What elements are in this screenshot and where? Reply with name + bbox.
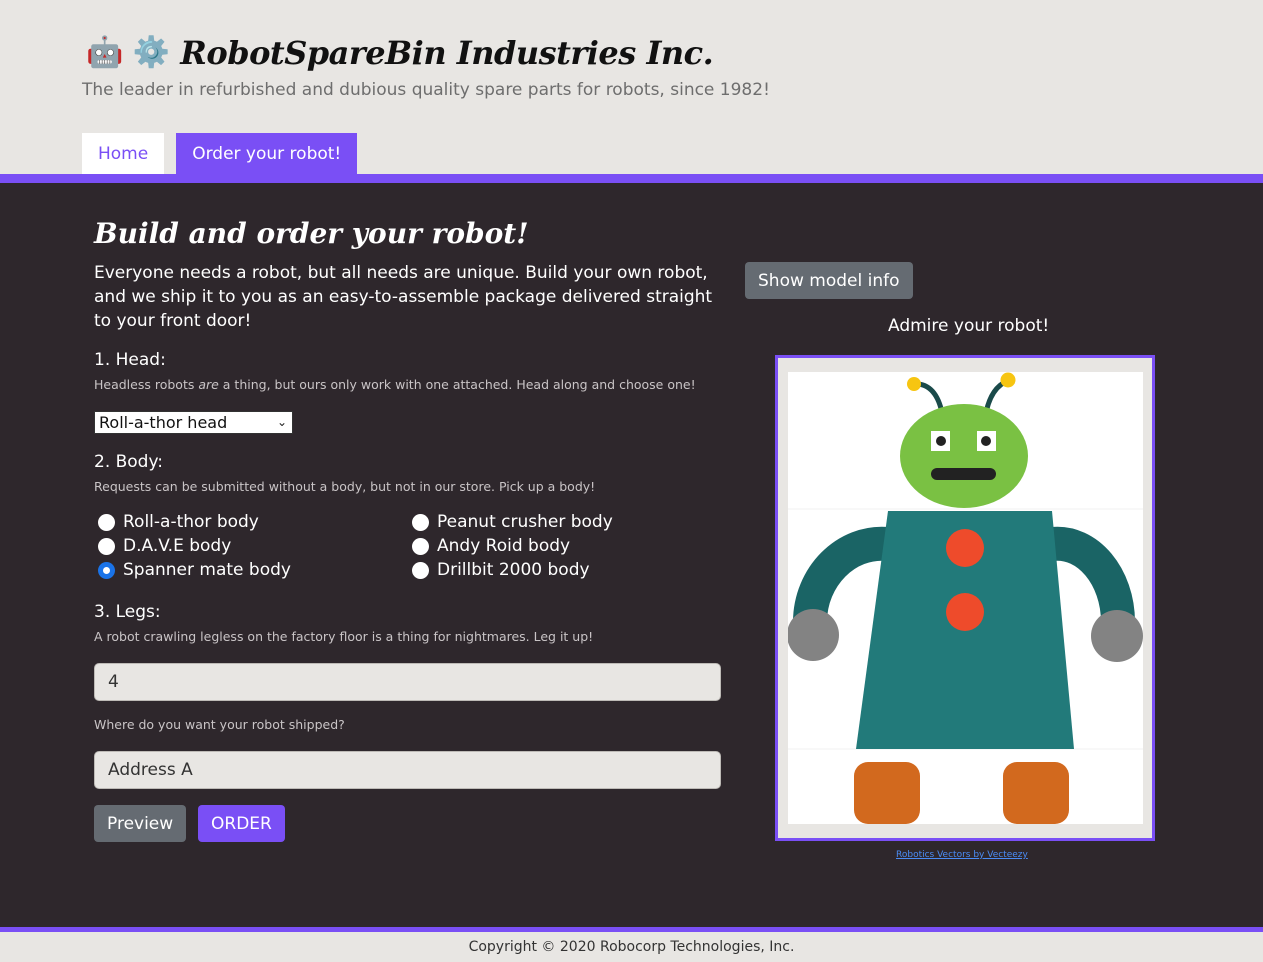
preview-button[interactable]: Preview xyxy=(94,805,187,842)
robotics-vectors-credit-link[interactable]: Robotics Vectors by Vecteezy xyxy=(896,850,1028,860)
main-content: Build and order your robot! Everyone nee… xyxy=(0,183,1263,927)
radio-peanut-crusher-body[interactable]: Peanut crusher body xyxy=(412,512,613,532)
robot-hand-left xyxy=(787,609,839,661)
radio-button[interactable] xyxy=(412,513,429,531)
radio-button[interactable] xyxy=(98,537,115,555)
chevron-down-icon: ⌄ xyxy=(276,415,287,429)
legs-input[interactable] xyxy=(94,663,721,701)
radio-drillbit-2000-body[interactable]: Drillbit 2000 body xyxy=(412,560,590,580)
robot-illustration xyxy=(787,372,1143,824)
address-input[interactable] xyxy=(94,751,721,789)
robot-pupil-left xyxy=(936,436,946,446)
robot-pupil-right xyxy=(981,436,991,446)
robot-body-button-top xyxy=(946,529,984,567)
antenna-tip-left xyxy=(907,377,921,391)
brand: 🤖 ⚙️ RobotSpareBin Industries Inc. xyxy=(86,34,714,72)
radio-button-checked[interactable] xyxy=(98,561,115,579)
robot-gear-icon: 🤖 ⚙️ xyxy=(86,35,171,70)
robot-foot-left xyxy=(854,762,920,824)
site-footer: Copyright © 2020 Robocorp Technologies, … xyxy=(0,932,1263,962)
radio-button[interactable] xyxy=(412,561,429,579)
antenna-tip-right xyxy=(1000,372,1016,388)
radio-andy-roid-body[interactable]: Andy Roid body xyxy=(412,536,570,556)
head-label: 1. Head: xyxy=(94,350,166,370)
radio-roll-a-thor-body[interactable]: Roll-a-thor body xyxy=(98,512,259,532)
robot-head xyxy=(900,404,1028,508)
robot-arm-right xyxy=(1050,526,1135,623)
head-select-value: Roll-a-thor head xyxy=(99,413,228,432)
robot-body-button-bottom xyxy=(946,593,984,631)
legs-hint: A robot crawling legless on the factory … xyxy=(94,629,594,644)
main-nav: Home Order your robot! xyxy=(82,133,369,174)
radio-button[interactable] xyxy=(98,513,115,531)
show-model-info-button[interactable]: Show model info xyxy=(745,262,913,299)
page-title: Build and order your robot! xyxy=(94,217,529,250)
robot-preview-frame xyxy=(775,355,1155,841)
tab-order-robot[interactable]: Order your robot! xyxy=(176,133,358,174)
site-title: RobotSpareBin Industries Inc. xyxy=(180,34,714,72)
head-hint: Headless robots are a thing, but ours on… xyxy=(94,377,696,392)
address-hint: Where do you want your robot shipped? xyxy=(94,717,345,732)
intro-text: Everyone needs a robot, but all needs ar… xyxy=(94,263,713,331)
radio-spanner-mate-body[interactable]: Spanner mate body xyxy=(98,560,291,580)
body-hint: Requests can be submitted without a body… xyxy=(94,479,596,494)
accent-bar-top xyxy=(0,174,1263,183)
order-button[interactable]: ORDER xyxy=(198,805,285,842)
site-tagline: The leader in refurbished and dubious qu… xyxy=(82,80,770,100)
site-header: 🤖 ⚙️ RobotSpareBin Industries Inc. The l… xyxy=(0,0,1263,174)
robot-hand-right xyxy=(1091,610,1143,662)
radio-button[interactable] xyxy=(412,537,429,555)
robot-foot-right xyxy=(1003,762,1069,824)
head-select[interactable]: Roll-a-thor head ⌄ xyxy=(94,411,293,434)
legs-label: 3. Legs: xyxy=(94,602,161,622)
robot-preview-image xyxy=(787,372,1143,824)
tab-home[interactable]: Home xyxy=(82,133,165,174)
robot-mouth xyxy=(931,468,996,480)
body-label: 2. Body: xyxy=(94,452,164,472)
radio-dave-body[interactable]: D.A.V.E body xyxy=(98,536,231,556)
preview-caption: Admire your robot! xyxy=(888,316,1050,336)
